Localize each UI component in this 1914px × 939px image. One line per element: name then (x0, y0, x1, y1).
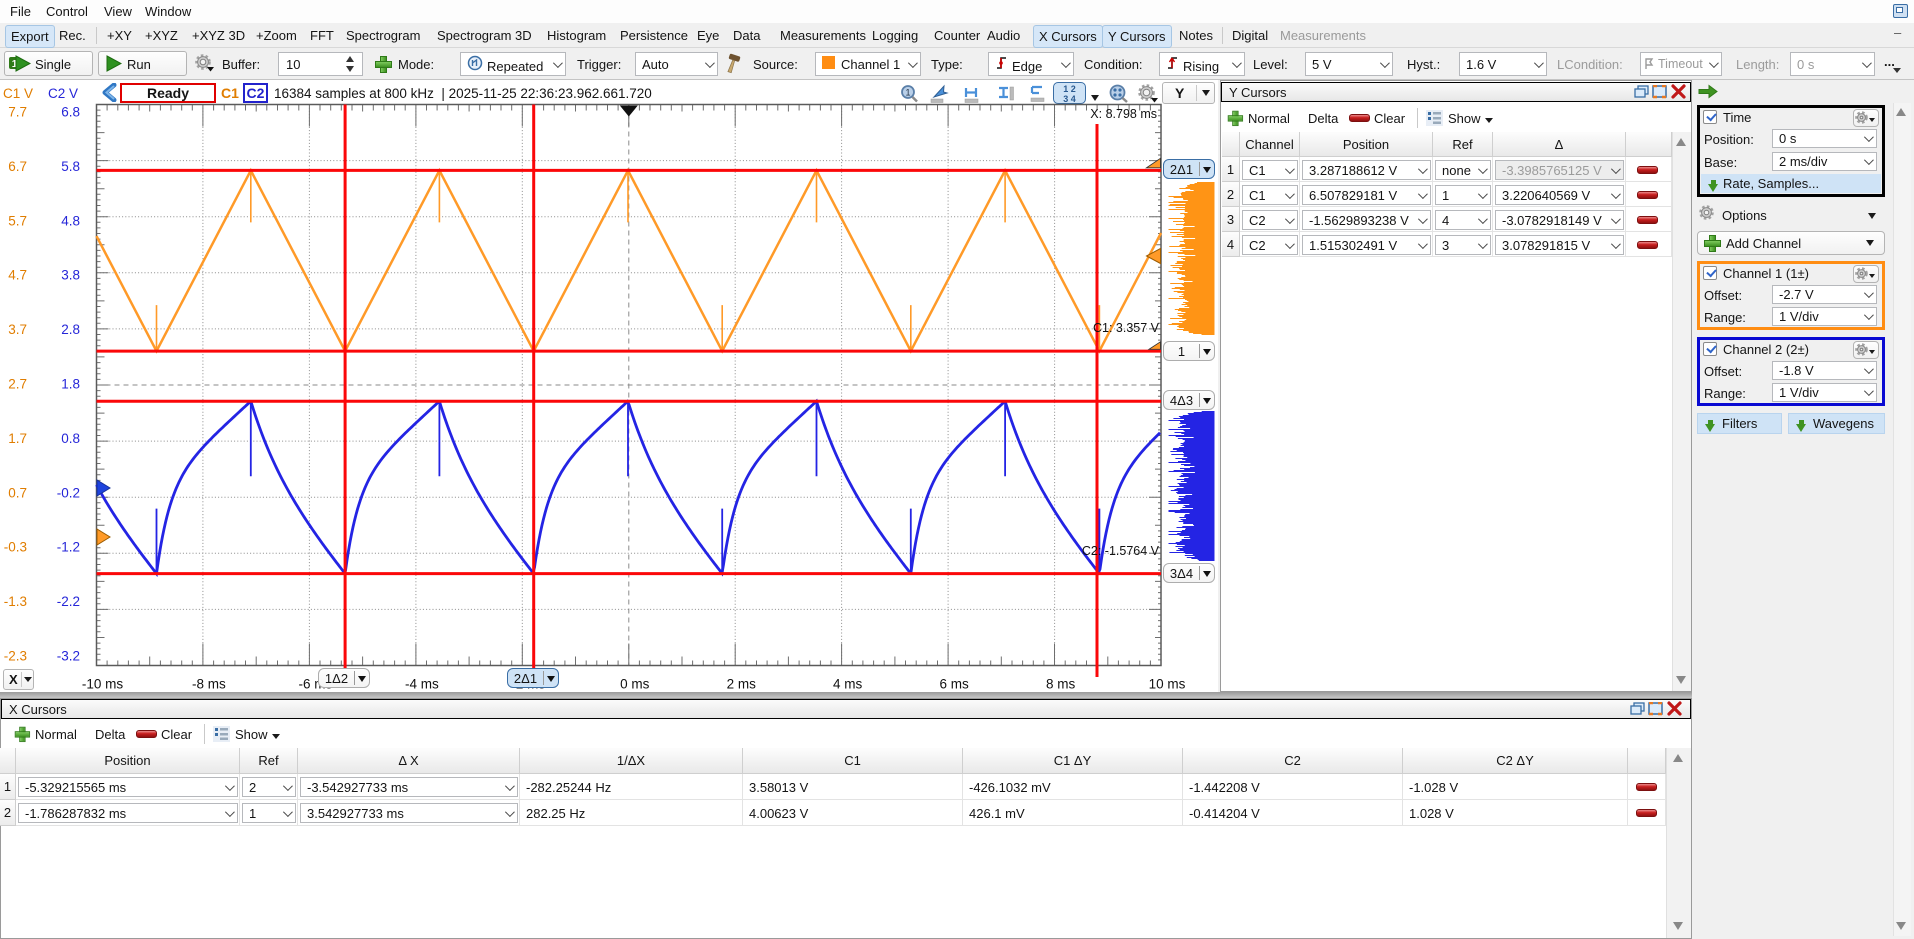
svg-text:1.7: 1.7 (8, 431, 27, 446)
svg-text:2.7: 2.7 (8, 377, 27, 392)
svg-text:4 ms: 4 ms (833, 677, 863, 692)
svg-text:-8 ms: -8 ms (192, 677, 226, 692)
svg-text:2.8: 2.8 (61, 322, 80, 337)
svg-text:1.8: 1.8 (61, 377, 80, 392)
svg-text:-2.2: -2.2 (57, 594, 80, 609)
svg-text:C2: -1.5764 V: C2: -1.5764 V (1082, 544, 1160, 558)
svg-text:C1: 3.357 V: C1: 3.357 V (1093, 321, 1160, 335)
svg-text:10 ms: 10 ms (1149, 677, 1186, 692)
svg-text:5.8: 5.8 (61, 159, 80, 174)
svg-text:-3.2: -3.2 (57, 649, 80, 664)
svg-text:2 ms: 2 ms (727, 677, 757, 692)
svg-text:-0.3: -0.3 (4, 540, 27, 555)
svg-text:-1.2: -1.2 (57, 540, 80, 555)
svg-text:0 ms: 0 ms (620, 677, 650, 692)
svg-text:4.8: 4.8 (61, 213, 80, 228)
svg-text:0.8: 0.8 (61, 431, 80, 446)
svg-text:0.7: 0.7 (8, 485, 27, 500)
svg-text:X: 8.798 ms: X: 8.798 ms (1090, 107, 1157, 121)
svg-text:3.7: 3.7 (8, 322, 27, 337)
svg-text:-4 ms: -4 ms (405, 677, 439, 692)
svg-text:8 ms: 8 ms (1046, 677, 1076, 692)
svg-text:-0.2: -0.2 (57, 485, 80, 500)
svg-text:4.7: 4.7 (8, 268, 27, 283)
svg-text:6 ms: 6 ms (939, 677, 969, 692)
svg-text:-10 ms: -10 ms (82, 677, 124, 692)
svg-text:3.8: 3.8 (61, 268, 80, 283)
svg-text:6.8: 6.8 (61, 105, 80, 120)
svg-text:7.7: 7.7 (8, 105, 27, 120)
svg-text:6.7: 6.7 (8, 159, 27, 174)
svg-text:5.7: 5.7 (8, 213, 27, 228)
svg-text:-1.3: -1.3 (4, 594, 27, 609)
svg-text:-2.3: -2.3 (4, 649, 27, 664)
